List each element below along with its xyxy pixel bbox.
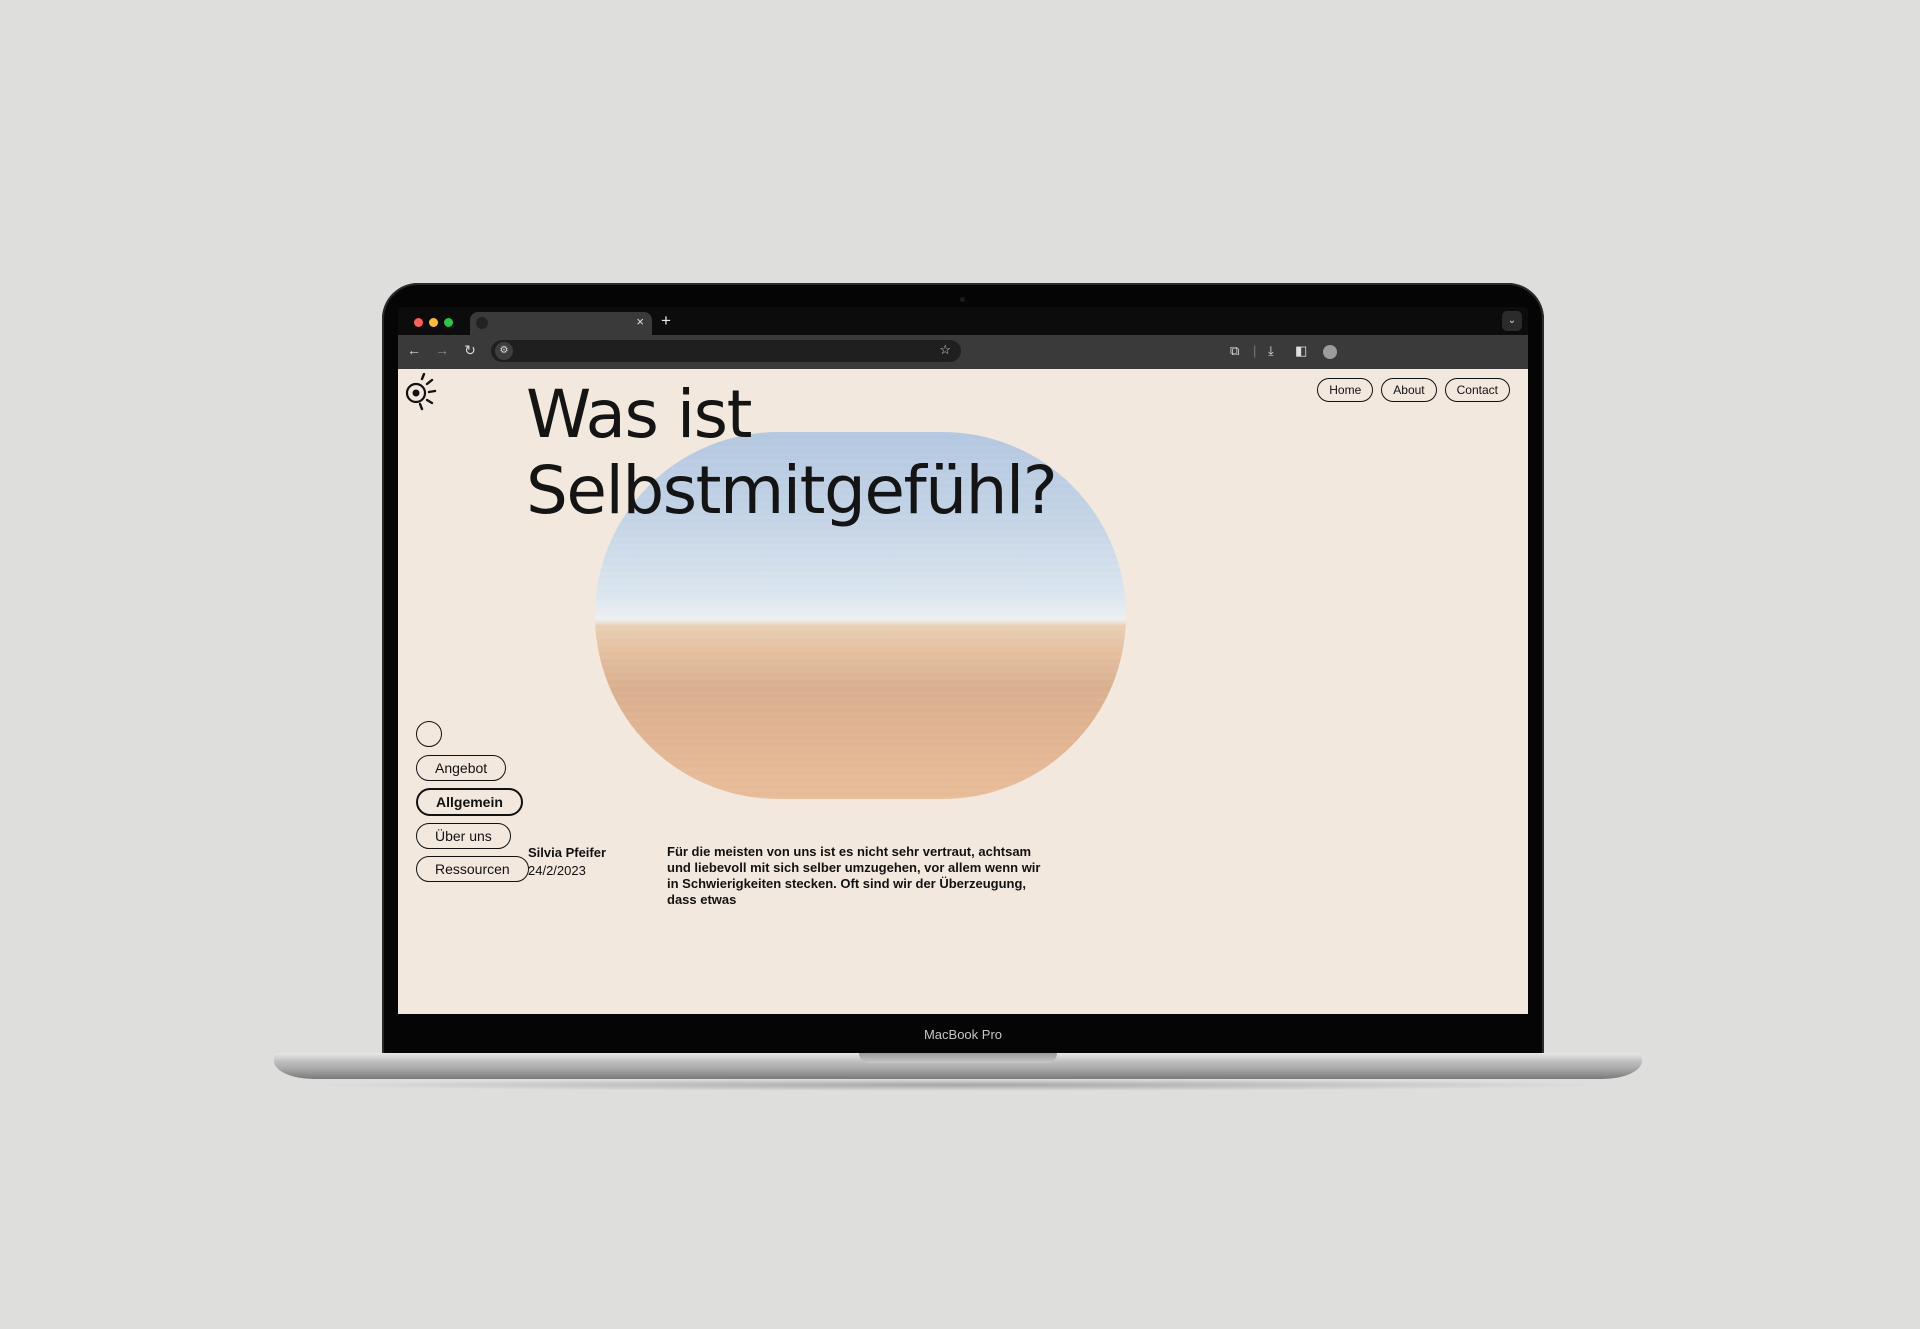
download-icon[interactable]: ⤓ [1268,343,1274,359]
forward-icon[interactable]: → [432,342,452,358]
category-navigation: Angebot Allgemein Über uns Ressourcen [416,721,529,889]
page-title-line-1: Was ist [526,376,752,453]
browser-tab[interactable]: × [470,312,652,335]
site-logo-icon[interactable] [404,373,438,411]
device-label: MacBook Pro [923,1027,1003,1042]
top-navigation: Home About Contact [1317,378,1510,402]
tab-close-icon[interactable]: × [636,314,644,329]
star-icon[interactable]: ☆ [939,342,951,358]
tune-icon[interactable]: ⚙ [495,342,513,360]
article-meta: Silvia Pfeifer 24/2/2023 [528,844,606,880]
nav-about-button[interactable]: About [1381,378,1437,402]
author-name: Silvia Pfeifer [528,845,607,860]
address-bar[interactable]: ⚙ ☆ [491,340,961,362]
nav-home-button[interactable]: Home [1317,378,1374,402]
reload-icon[interactable]: ↻ [460,342,480,359]
maximize-window-button[interactable] [444,318,453,327]
back-icon[interactable]: ← [404,342,424,358]
camera [960,297,965,302]
profile-icon[interactable] [1323,345,1337,359]
minimize-window-button[interactable] [429,318,438,327]
extensions-icon[interactable]: ⧉ [1230,343,1239,359]
new-tab-button[interactable]: + [661,311,671,331]
nav-contact-button[interactable]: Contact [1444,378,1510,402]
publish-date: 24/2/2023 [528,863,586,878]
close-window-button[interactable] [414,318,423,327]
sidepanel-icon[interactable]: ◧ [1295,343,1307,359]
category-ressourcen-button[interactable]: Ressourcen [416,856,529,882]
laptop-notch [859,1053,1057,1063]
laptop-shadow [300,1079,1616,1091]
article-body: Für die meisten von uns ist es nicht seh… [667,844,1041,907]
category-allgemein-button[interactable]: Allgemein [416,788,523,816]
tab-favicon-icon [476,317,488,329]
page-title: Was ist Selbstmitgefühl? [526,376,1058,529]
category-ueber-uns-button[interactable]: Über uns [416,823,511,849]
page-title-line-2: Selbstmitgefühl? [526,452,1058,529]
circle-toggle-button[interactable] [416,721,442,747]
laptop-base [274,1053,1642,1079]
tab-search-button[interactable]: ⌄ [1502,311,1522,331]
laptop-screen: × + ⌄ ← → ↻ ⚙ ☆ ⧉ | ⤓ ◧ Home About Conta… [398,307,1528,1014]
browser-toolbar: ← → ↻ ⚙ ☆ ⧉ | ⤓ ◧ [398,335,1528,369]
web-page: Home About Contact Was ist Selbstmitgefü… [398,369,1528,1014]
toolbar-divider: | [1253,343,1257,358]
browser-tab-bar: × + ⌄ [398,307,1528,335]
laptop-lid: × + ⌄ ← → ↻ ⚙ ☆ ⧉ | ⤓ ◧ Home About Conta… [382,283,1544,1057]
category-angebot-button[interactable]: Angebot [416,755,507,781]
